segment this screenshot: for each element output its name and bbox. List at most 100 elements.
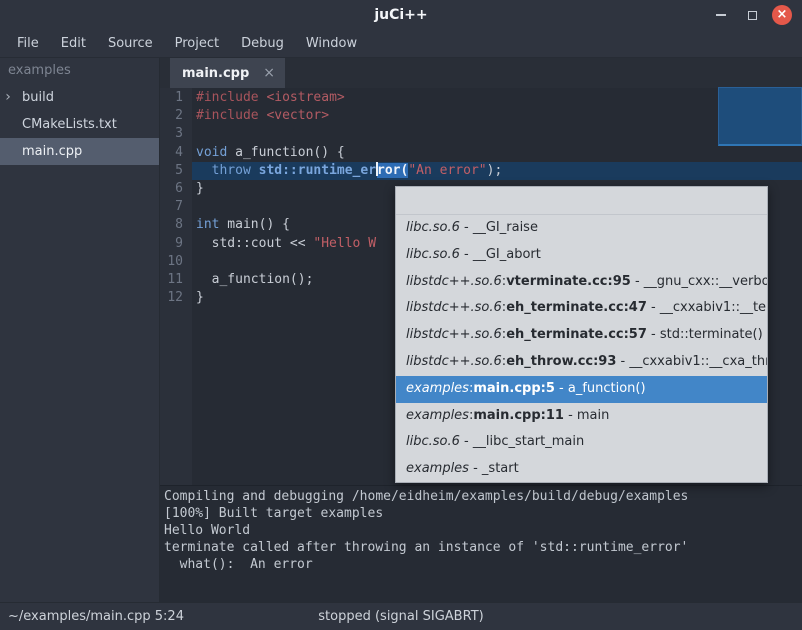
tab-label: main.cpp [182, 66, 249, 81]
expander-icon[interactable]: › [0, 84, 16, 111]
stack-frame-symbol: - __cxxabiv1::__cxa_thro [616, 354, 767, 369]
code-token: ); [487, 163, 503, 178]
stack-frame-symbol: - main [564, 408, 609, 423]
code-token: <vector> [266, 108, 329, 123]
code-token: int [196, 217, 219, 232]
code-line[interactable]: #include <vector> [192, 107, 802, 125]
stack-frame[interactable]: examples:main.cpp:5 - a_function() [396, 376, 767, 403]
tree-item-main-cpp[interactable]: main.cpp [0, 138, 159, 165]
stack-frame-symbol: - __cxxabiv1::__term [647, 300, 767, 315]
project-name: examples [0, 58, 159, 84]
tabbar: main.cpp × [160, 58, 802, 88]
stack-frame-symbol: - __libc_start_main [460, 434, 584, 449]
stack-frame-location: eh_terminate.cc:47 [506, 300, 647, 315]
code-token: void [196, 145, 227, 160]
line-number: 6 [160, 180, 192, 198]
stack-frame[interactable]: examples - _start [396, 456, 767, 483]
stack-frame-module: libc.so.6 [406, 247, 460, 262]
stack-frame-module: examples [406, 461, 469, 476]
stack-frame-symbol: - __gnu_cxx::__verbos [631, 274, 767, 289]
close-button[interactable]: × [772, 5, 792, 25]
line-number: 9 [160, 235, 192, 253]
code-token: "An error" [408, 163, 486, 178]
stack-trace-popup: libc.so.6 - __GI_raiselibc.so.6 - __GI_a… [395, 186, 768, 483]
line-number-gutter[interactable]: 123456789101112 [160, 88, 192, 485]
line-number: 7 [160, 198, 192, 216]
menu-window[interactable]: Window [295, 30, 368, 57]
stack-frame-symbol: - __GI_abort [460, 247, 541, 262]
line-number: 4 [160, 144, 192, 162]
console-line: Hello World [164, 522, 802, 539]
code-token: "Hello W [313, 236, 376, 251]
tree-item-label: CMakeLists.txt [16, 111, 117, 138]
stack-frame[interactable]: libstdc++.so.6:eh_terminate.cc:57 - std:… [396, 322, 767, 349]
debug-console[interactable]: Compiling and debugging /home/eidheim/ex… [160, 485, 802, 602]
restore-icon [748, 11, 757, 20]
stack-frame-location: vterminate.cc:95 [506, 274, 631, 289]
stack-frame-module: examples [406, 381, 469, 396]
file-tree-panel: examples ›buildCMakeLists.txtmain.cpp [0, 58, 160, 602]
tree-item-cmakelists-txt[interactable]: CMakeLists.txt [0, 111, 159, 138]
stack-frame[interactable]: libstdc++.so.6:eh_terminate.cc:47 - __cx… [396, 295, 767, 322]
line-number: 11 [160, 271, 192, 289]
console-line: what(): An error [164, 556, 802, 573]
code-token: ror( [377, 163, 408, 178]
console-line: [100%] Built target examples [164, 505, 802, 522]
stack-frame[interactable]: examples:main.cpp:11 - main [396, 403, 767, 430]
tree-item-build[interactable]: ›build [0, 84, 159, 111]
code-token: } [196, 181, 204, 196]
stack-frame-location: main.cpp:11 [473, 408, 564, 423]
code-token: std::cout << [196, 236, 313, 251]
stack-frame[interactable]: libc.so.6 - __libc_start_main [396, 429, 767, 456]
stack-frame-module: libstdc++.so.6 [406, 300, 502, 315]
stack-frame-module: libstdc++.so.6 [406, 274, 502, 289]
code-token [251, 163, 259, 178]
minimize-icon [716, 14, 726, 16]
stack-frame[interactable]: libstdc++.so.6:vterminate.cc:95 - __gnu_… [396, 269, 767, 296]
stack-frame-symbol: - __GI_raise [460, 220, 538, 235]
file-tree: ›buildCMakeLists.txtmain.cpp [0, 84, 159, 165]
code-token: a_function() { [227, 145, 344, 160]
titlebar[interactable]: juCi++ × [0, 0, 802, 30]
code-token: a_function(); [196, 272, 313, 287]
tab-close-icon[interactable]: × [263, 65, 275, 81]
stack-frame-module: examples [406, 408, 469, 423]
menu-file[interactable]: File [6, 30, 50, 57]
popup-header [396, 187, 767, 215]
stack-frame-module: libc.so.6 [406, 220, 460, 235]
status-debug-state: stopped (signal SIGABRT) [0, 603, 802, 630]
code-token: main() { [219, 217, 289, 232]
window-controls: × [710, 0, 792, 30]
window-title: juCi++ [0, 0, 802, 30]
code-token: <iostream> [266, 90, 344, 105]
stack-frame-location: main.cpp:5 [473, 381, 555, 396]
code-line[interactable]: #include <iostream> [192, 89, 802, 107]
minimize-button[interactable] [710, 4, 732, 26]
tree-item-label: main.cpp [16, 138, 82, 165]
menu-edit[interactable]: Edit [50, 30, 97, 57]
code-token: #include [196, 90, 266, 105]
stack-frame[interactable]: libc.so.6 - __GI_raise [396, 215, 767, 242]
line-number: 1 [160, 89, 192, 107]
code-token: #include [196, 108, 266, 123]
stack-frame-location: eh_throw.cc:93 [506, 354, 616, 369]
tab-main-cpp[interactable]: main.cpp × [170, 58, 285, 88]
menu-source[interactable]: Source [97, 30, 164, 57]
menu-debug[interactable]: Debug [230, 30, 295, 57]
stack-frame-module: libstdc++.so.6 [406, 354, 502, 369]
line-number: 3 [160, 125, 192, 143]
code-line[interactable] [192, 125, 802, 143]
stack-frame[interactable]: libc.so.6 - __GI_abort [396, 242, 767, 269]
menu-project[interactable]: Project [164, 30, 230, 57]
code-token [196, 163, 212, 178]
code-line[interactable]: throw std::runtime_error("An error"); [192, 162, 802, 180]
console-line: terminate called after throwing an insta… [164, 539, 802, 556]
line-number: 12 [160, 289, 192, 307]
code-line[interactable]: void a_function() { [192, 144, 802, 162]
restore-button[interactable] [741, 4, 763, 26]
statusbar: ~/examples/main.cpp 5:24 stopped (signal… [0, 602, 802, 630]
line-number: 2 [160, 107, 192, 125]
stack-frame[interactable]: libstdc++.so.6:eh_throw.cc:93 - __cxxabi… [396, 349, 767, 376]
stack-frame-symbol: - a_function() [555, 381, 646, 396]
stack-frame-symbol: - std::terminate() [647, 327, 763, 342]
